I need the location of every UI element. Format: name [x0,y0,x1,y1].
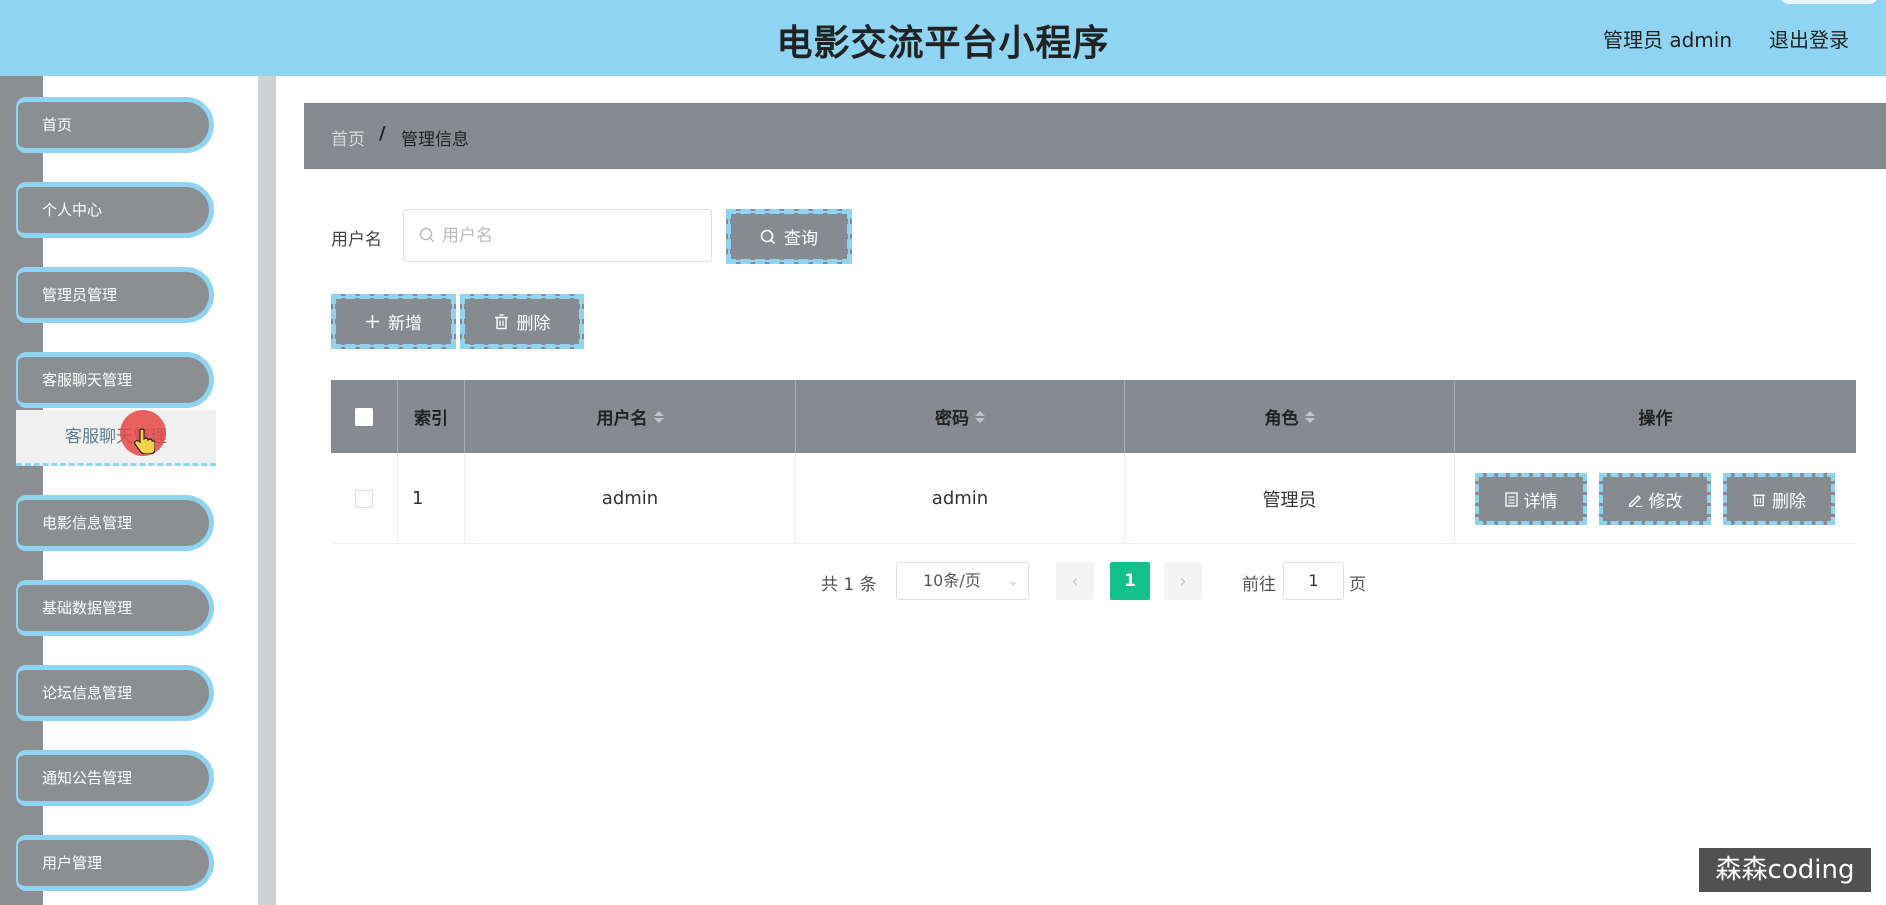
chevron-left-icon: ‹ [1071,570,1079,592]
column-header-role[interactable]: 角色 [1125,380,1455,453]
table-row: 1 admin admin 管理员 详情 修改 删除 [331,453,1856,544]
search-icon [760,229,776,244]
hand-cursor-icon [134,428,155,454]
row-select[interactable] [331,453,398,544]
breadcrumb-current: 管理信息 [401,130,469,150]
breadcrumb: 首页 / 管理信息 [304,103,1886,169]
sidebar-item-admin-management[interactable]: 管理员管理 [16,267,214,323]
sidebar-item-notice[interactable]: 通知公告管理 [16,750,214,806]
search-input-wrapper[interactable] [403,209,712,262]
batch-delete-label: 删除 [516,314,551,334]
sidebar-scrollbar[interactable] [258,76,276,905]
prev-page-button[interactable]: ‹ [1056,562,1094,600]
logout-link[interactable]: 退出登录 [1769,24,1849,53]
sort-icon[interactable] [975,410,985,423]
search-input[interactable] [442,222,702,250]
search-label: 用户名 [331,230,382,250]
cell-actions: 详情 修改 删除 [1455,453,1856,544]
window-tab [1780,0,1878,4]
delete-button[interactable]: 删除 [1723,473,1835,525]
cell-username: admin [465,453,796,544]
query-button[interactable]: 查询 [726,209,852,264]
page-number-current[interactable]: 1 [1110,562,1150,600]
sidebar-item-forum-info[interactable]: 论坛信息管理 [16,665,214,721]
cell-index: 1 [398,453,465,544]
sort-icon[interactable] [1304,410,1315,423]
select-all-checkbox[interactable] [355,407,373,426]
next-page-button[interactable]: › [1164,562,1202,600]
sidebar-item-home[interactable]: 首页 [16,97,214,153]
search-icon [419,227,435,243]
goto-page-input[interactable]: 1 [1283,562,1344,600]
column-header-password[interactable]: 密码 [796,380,1125,453]
sidebar-item-customer-chat[interactable]: 客服聊天管理 [16,352,214,408]
cell-role: 管理员 [1125,453,1455,544]
plus-icon [366,315,379,328]
pagination-total: 共 1 条 [821,575,877,595]
chevron-down-icon: ⌄ [1007,574,1018,588]
watermark: 森森coding [1699,848,1871,892]
detail-button[interactable]: 详情 [1475,473,1587,525]
add-button[interactable]: 新增 [331,294,456,349]
column-header-username[interactable]: 用户名 [465,380,796,453]
chevron-right-icon: › [1179,570,1187,592]
column-header-index: 索引 [398,380,465,453]
edit-button[interactable]: 修改 [1599,473,1711,525]
header-select-all[interactable] [331,380,398,453]
sidebar-item-basic-data[interactable]: 基础数据管理 [16,580,214,636]
breadcrumb-separator: / [379,123,386,144]
sidebar-item-movie-info[interactable]: 电影信息管理 [16,495,214,551]
sidebar-item-personal-center[interactable]: 个人中心 [16,182,214,238]
table-header: 索引 用户名 密码 角色 操作 [331,380,1856,453]
app-header: 电影交流平台小程序 管理员 admin 退出登录 [0,0,1886,76]
breadcrumb-home[interactable]: 首页 [331,125,365,150]
goto-label: 前往 [1242,575,1276,595]
sidebar-item-user-management[interactable]: 用户管理 [16,835,214,891]
sidebar: 首页 个人中心 管理员管理 客服聊天管理 客服聊天管理 电影信息管理 基础数据管… [0,76,276,905]
cell-password: admin [796,453,1125,544]
batch-delete-button[interactable]: 删除 [460,294,584,349]
page-size-select[interactable]: 10条/页 ⌄ [896,562,1029,600]
document-icon [1504,491,1518,507]
column-header-actions: 操作 [1638,409,1673,429]
trash-icon [494,313,508,329]
add-button-label: 新增 [388,314,422,334]
row-checkbox[interactable] [355,489,373,508]
goto-suffix: 页 [1349,575,1366,595]
pencil-icon [1628,494,1642,507]
sort-icon[interactable] [653,410,664,423]
current-user: 管理员 admin [1602,28,1732,52]
trash-icon [1752,494,1766,506]
sidebar-subitem-customer-chat[interactable]: 客服聊天管理 [16,410,216,466]
query-button-label: 查询 [784,229,818,249]
